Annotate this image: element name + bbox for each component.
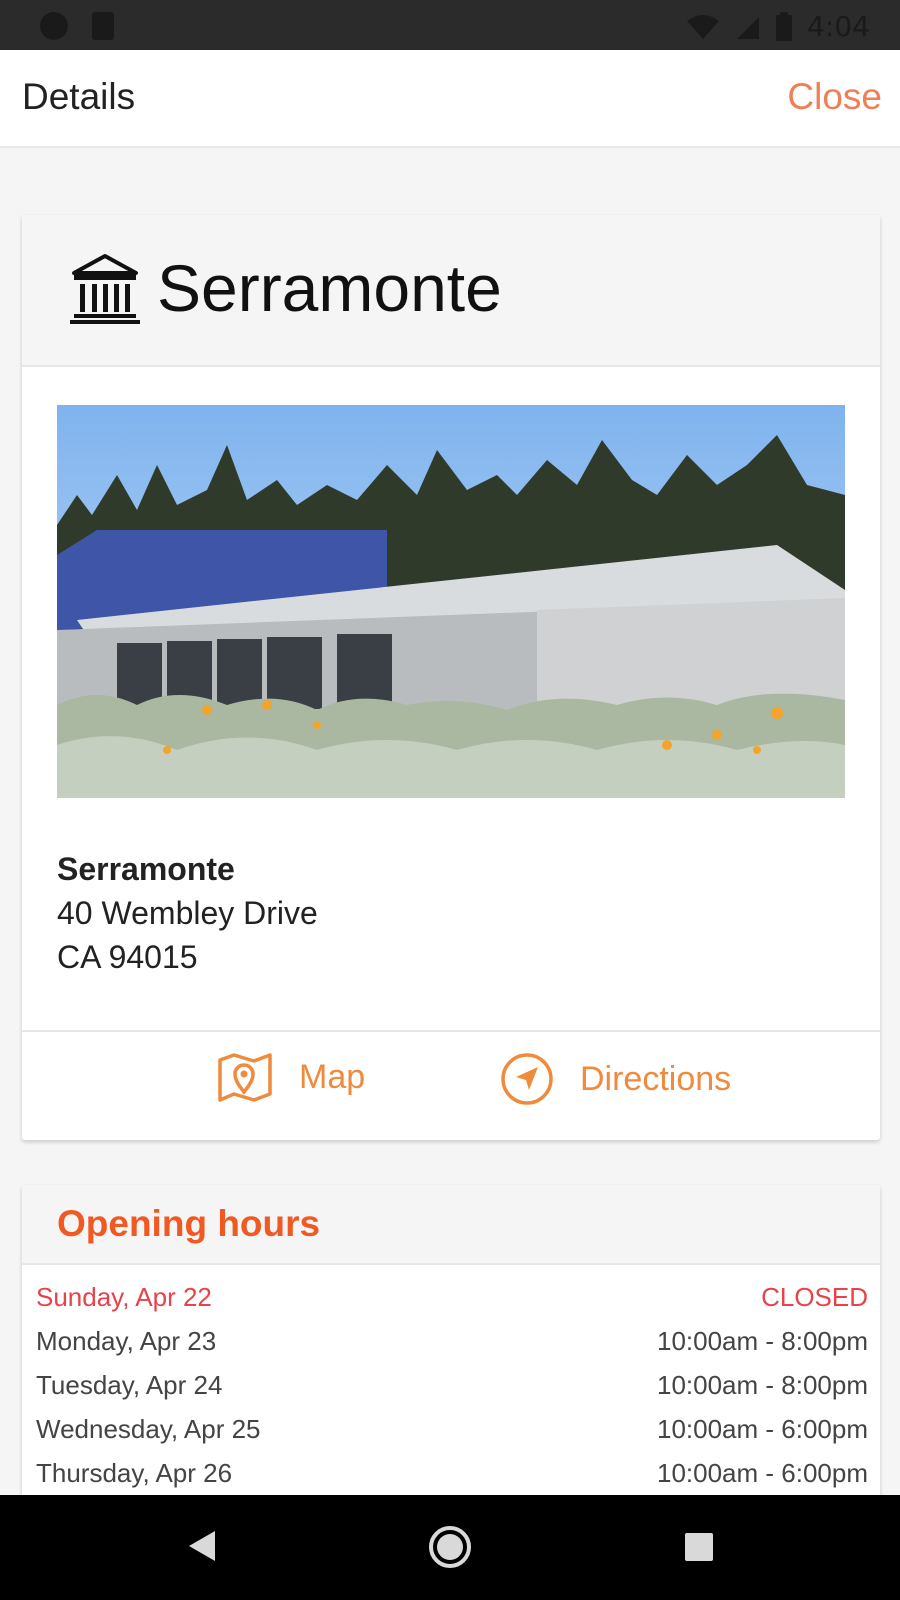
recent-apps-icon[interactable]	[685, 1533, 713, 1561]
back-icon[interactable]	[187, 1529, 217, 1563]
status-bar: 4:04	[0, 0, 900, 50]
location-actions: Map Directions	[22, 1030, 880, 1138]
hours-day: Thursday, Apr 26	[36, 1458, 233, 1488]
sd-card-icon	[92, 12, 114, 40]
hours-row: Tuesday, Apr 24 10:00am - 8:00pm	[36, 1363, 868, 1407]
notification-dot-icon	[40, 12, 68, 40]
hours-row: Thursday, Apr 26 10:00am - 6:00pm	[36, 1451, 868, 1495]
hours-time: 10:00am - 8:00pm	[656, 1326, 868, 1356]
directions-label: Directions	[580, 1059, 732, 1098]
opening-hours-title: Opening hours	[57, 1203, 321, 1244]
status-left-icons	[40, 12, 114, 40]
address-block: Serramonte 40 Wembley Drive CA 94015	[57, 847, 318, 979]
wifi-icon	[687, 14, 720, 39]
navigation-arrow-icon	[501, 1053, 553, 1105]
location-card: Serramonte Serramonte 40 Wembley Drive C…	[22, 215, 880, 1140]
map-pin-icon	[218, 1053, 272, 1102]
status-right-icons: 4:04	[685, 10, 870, 43]
hours-time: 10:00am - 6:00pm	[656, 1458, 868, 1488]
bank-icon	[70, 254, 140, 324]
hours-row: Sunday, Apr 22 CLOSED	[36, 1275, 868, 1319]
location-card-header: Serramonte	[22, 215, 880, 367]
opening-hours-card: Opening hours Sunday, Apr 22 CLOSED Mond…	[22, 1185, 880, 1505]
close-button[interactable]: Close	[787, 76, 882, 118]
hours-time: CLOSED	[761, 1282, 868, 1312]
hours-day: Monday, Apr 23	[36, 1326, 217, 1356]
system-nav-bar	[0, 1495, 900, 1600]
location-title: Serramonte	[157, 251, 502, 325]
app-bar: Details Close	[0, 50, 900, 148]
cell-signal-icon	[737, 16, 760, 39]
page-title: Details	[22, 76, 136, 117]
hours-row: Wednesday, Apr 25 10:00am - 6:00pm	[36, 1407, 868, 1451]
hours-time: 10:00am - 8:00pm	[656, 1370, 868, 1400]
status-time: 4:04	[807, 10, 870, 43]
map-button[interactable]: Map	[217, 1052, 365, 1102]
address-line2: CA 94015	[57, 939, 198, 975]
hours-day: Wednesday, Apr 25	[36, 1414, 261, 1444]
hours-time: 10:00am - 6:00pm	[656, 1414, 868, 1444]
battery-icon	[776, 11, 793, 41]
location-photo	[57, 405, 845, 798]
hours-day: Tuesday, Apr 24	[36, 1370, 223, 1400]
address-name: Serramonte	[57, 851, 235, 887]
opening-hours-header: Opening hours	[22, 1185, 880, 1265]
address-line1: 40 Wembley Drive	[57, 895, 318, 931]
map-label: Map	[299, 1057, 366, 1096]
hours-day: Sunday, Apr 22	[36, 1282, 212, 1312]
home-icon[interactable]	[428, 1525, 472, 1569]
opening-hours-list: Sunday, Apr 22 CLOSED Monday, Apr 23 10:…	[36, 1275, 868, 1495]
directions-button[interactable]: Directions	[500, 1052, 731, 1106]
hours-row: Monday, Apr 23 10:00am - 8:00pm	[36, 1319, 868, 1363]
